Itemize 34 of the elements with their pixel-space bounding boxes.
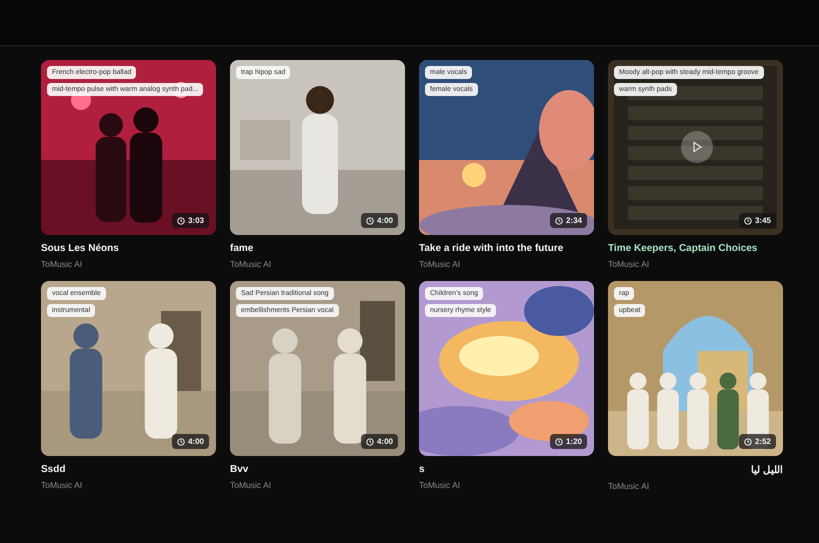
author-name: ToMusic AI [608,259,650,269]
author-name: ToMusic AI [419,480,462,490]
author-name: ToMusic AI [230,259,272,269]
song-title[interactable]: fame [230,243,405,254]
clock-icon [176,438,185,446]
song-title[interactable]: Time Keepers, Captain Choices [608,243,783,254]
song-title[interactable]: Sous Les Néons [41,243,216,254]
author-name: ToMusic AI [608,481,650,491]
song-title[interactable]: Bvv [230,464,405,475]
author-name: ToMusic AI [41,480,84,490]
author-name: ToMusic AI [230,480,272,490]
clock-icon [366,438,374,446]
song-title[interactable]: Take a ride with into the future [419,243,594,254]
duration-text: 3:03 [188,216,204,225]
clock-icon [744,216,752,224]
song-title[interactable]: الليل ليا [608,464,783,476]
duration-text: 4:00 [376,437,393,446]
duration-text: 4:00 [376,216,393,225]
clock-icon [176,216,185,224]
clock-icon [366,216,374,224]
duration-text: 3:45 [754,216,771,225]
duration-text: 2:34 [566,216,582,225]
song-title[interactable]: s [419,464,594,475]
duration-text: 4:00 [188,437,204,446]
author-name: ToMusic AI [419,259,462,269]
author-name: ToMusic AI [41,259,84,269]
play-button[interactable] [681,131,713,163]
clock-icon [554,438,563,446]
clock-icon [744,438,752,446]
song-title[interactable]: Ssdd [41,464,216,475]
duration-text: 2:52 [754,437,771,446]
duration-text: 1:20 [566,437,582,446]
play-icon [691,141,703,153]
clock-icon [554,216,563,224]
